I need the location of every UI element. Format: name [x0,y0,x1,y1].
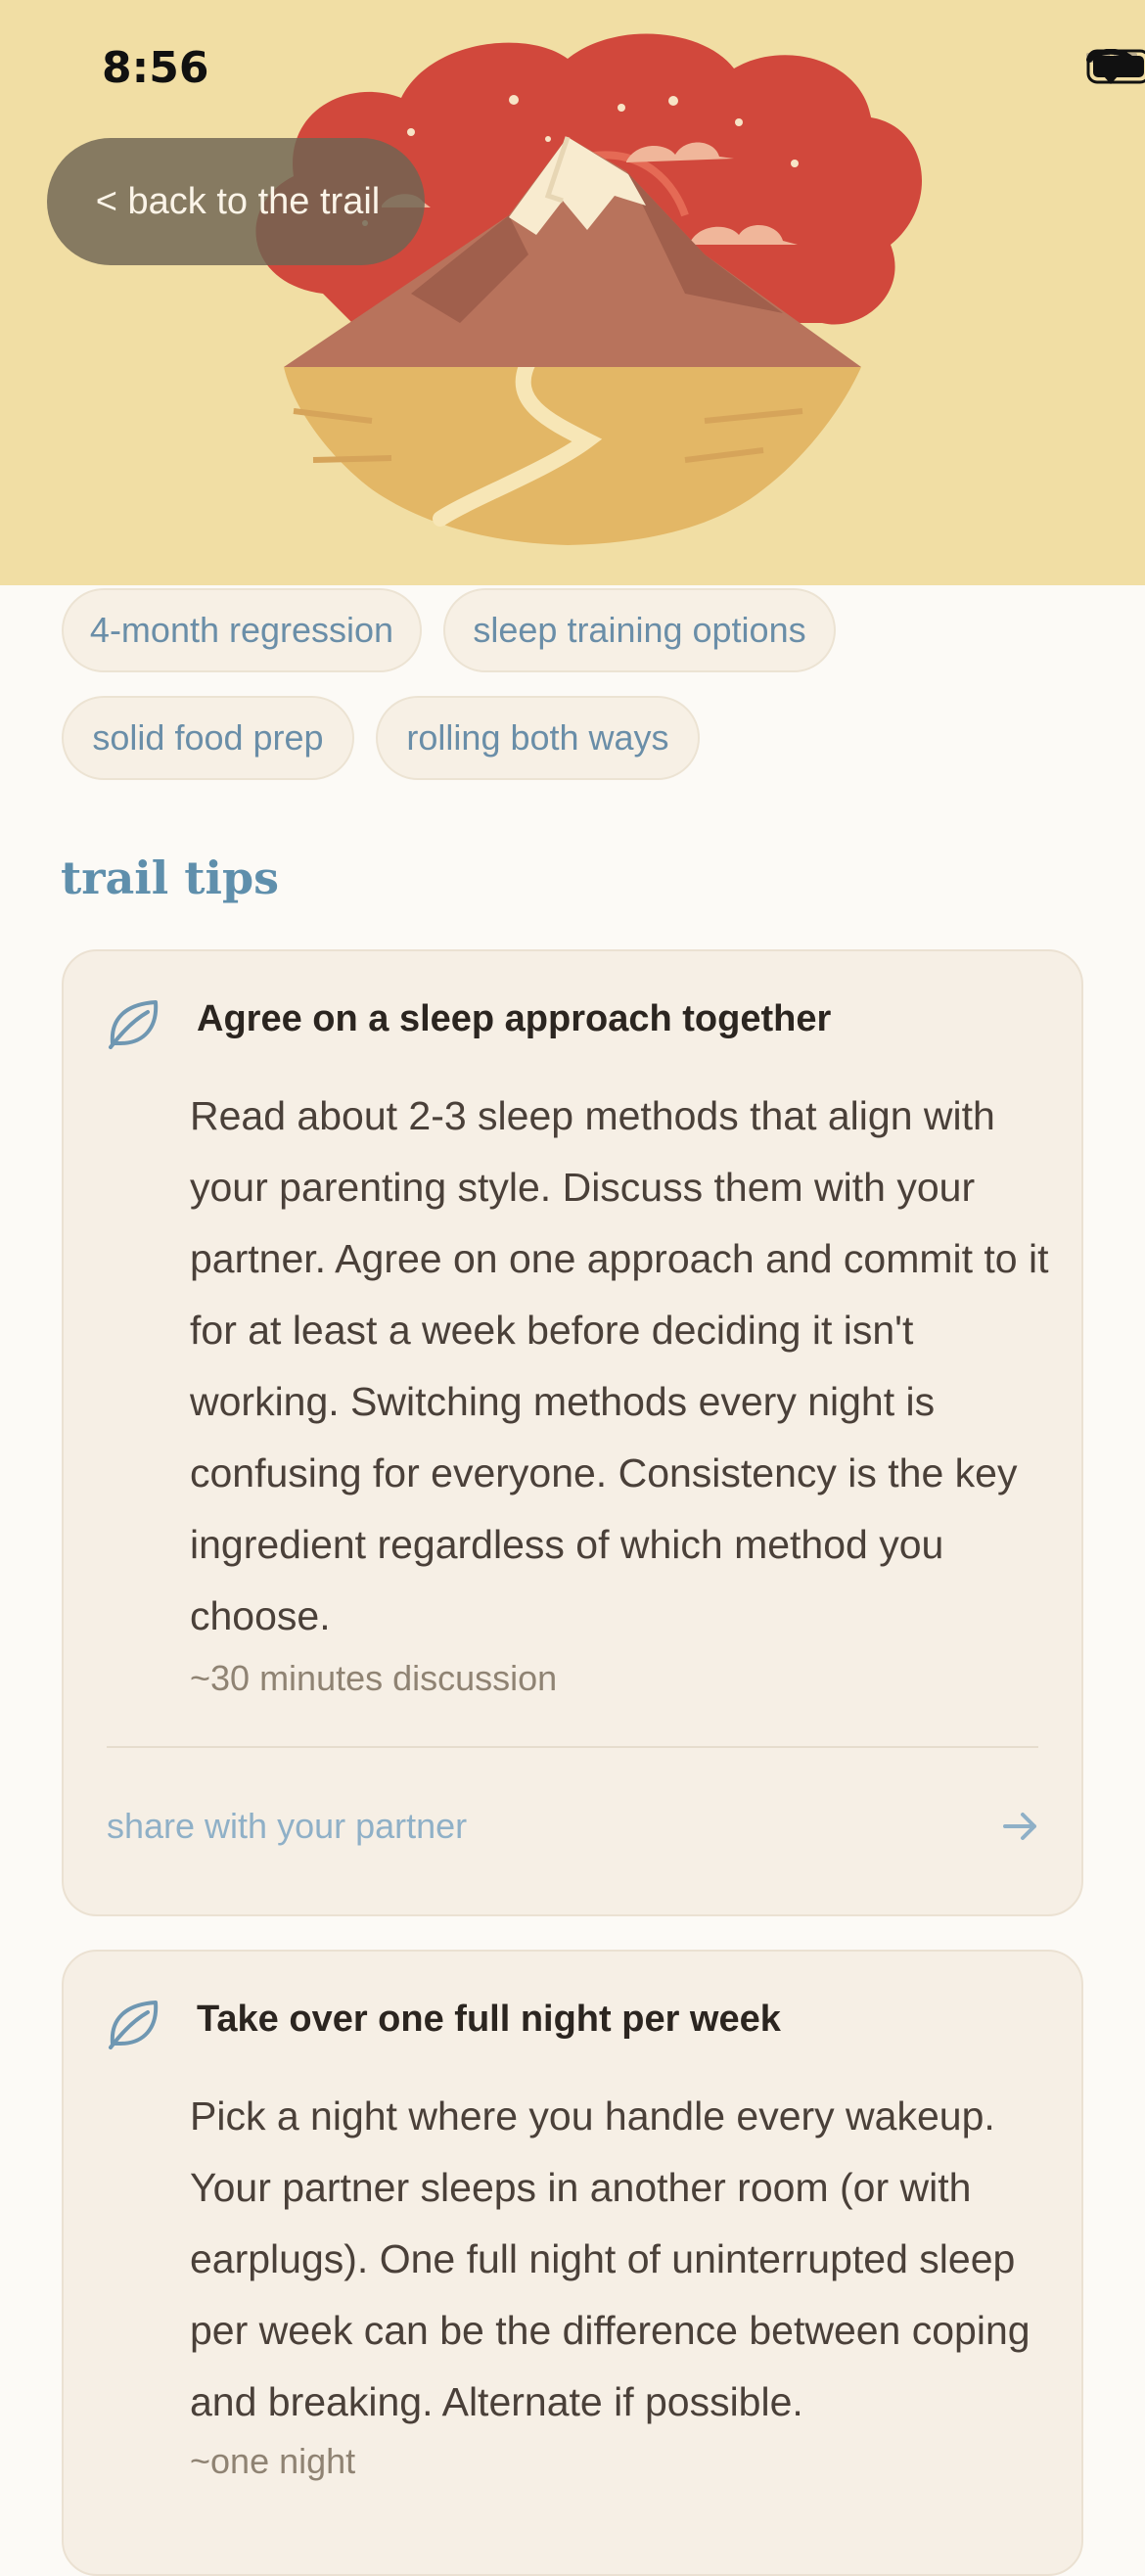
tip-body: Read about 2-3 sleep methods that align … [190,1093,1049,1638]
section-title: trail tips [61,851,280,904]
hero-banner: 8:56 < back to the trail [0,0,1145,585]
topic-chip-sleep-training-options[interactable]: sleep training options [443,588,836,672]
topic-chip-4-month-regression[interactable]: 4-month regression [62,588,422,672]
battery-icon [1086,49,1145,84]
back-to-trail-button[interactable]: < back to the trail [47,138,425,265]
status-time: 8:56 [102,43,209,93]
tip-card: Take over one full night per week Pick a… [62,1950,1083,2576]
tip-card: Agree on a sleep approach together Read … [62,949,1083,1916]
arrow-right-icon [1003,1813,1036,1840]
topic-chip-rolling-both-ways[interactable]: rolling both ways [376,696,700,780]
topic-chip-solid-food-prep[interactable]: solid food prep [62,696,354,780]
tip-title: Agree on a sleep approach together [197,998,832,1039]
leaf-icon [109,1000,159,1049]
leaf-icon [109,2001,159,2049]
tip-duration: ~one night [190,2441,356,2481]
tip-title: Take over one full night per week [197,1999,781,2040]
tip-duration: ~30 minutes discussion [190,1658,558,1698]
tip-body: Pick a night where you handle every wake… [190,2093,1030,2424]
divider [107,1746,1038,1748]
share-with-partner-button[interactable]: share with your partner [107,1787,1038,1865]
share-label: share with your partner [107,1806,468,1846]
